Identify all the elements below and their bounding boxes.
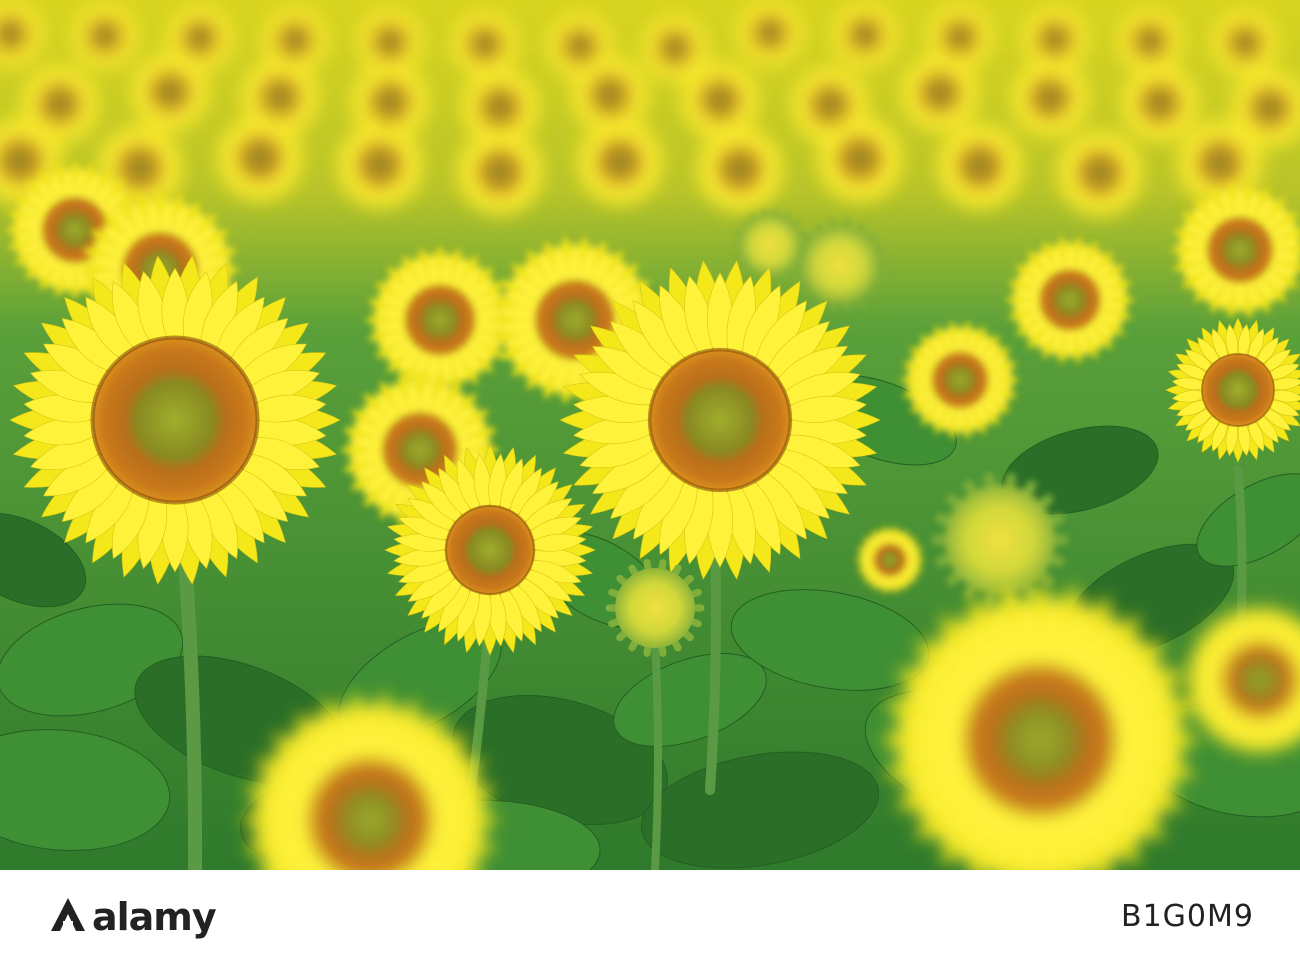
image-id: B1G0M9 — [1121, 899, 1254, 934]
sunflower-bud — [792, 218, 888, 312]
stock-logo[interactable]: alamy — [48, 892, 248, 942]
sunflower-bud — [605, 559, 705, 657]
sunflower-bud — [931, 472, 1069, 608]
sunflower-photo — [0, 0, 1300, 870]
alamy-mark-icon — [51, 898, 85, 931]
stem — [651, 636, 662, 870]
sunflower-field-scene — [0, 0, 1300, 870]
sunflower-bud — [732, 208, 808, 282]
watermark-bar: alamy B1G0M9 — [0, 870, 1300, 960]
stem — [705, 535, 722, 795]
logo-text: alamy — [92, 895, 217, 939]
page: alamy B1G0M9 — [0, 0, 1300, 960]
